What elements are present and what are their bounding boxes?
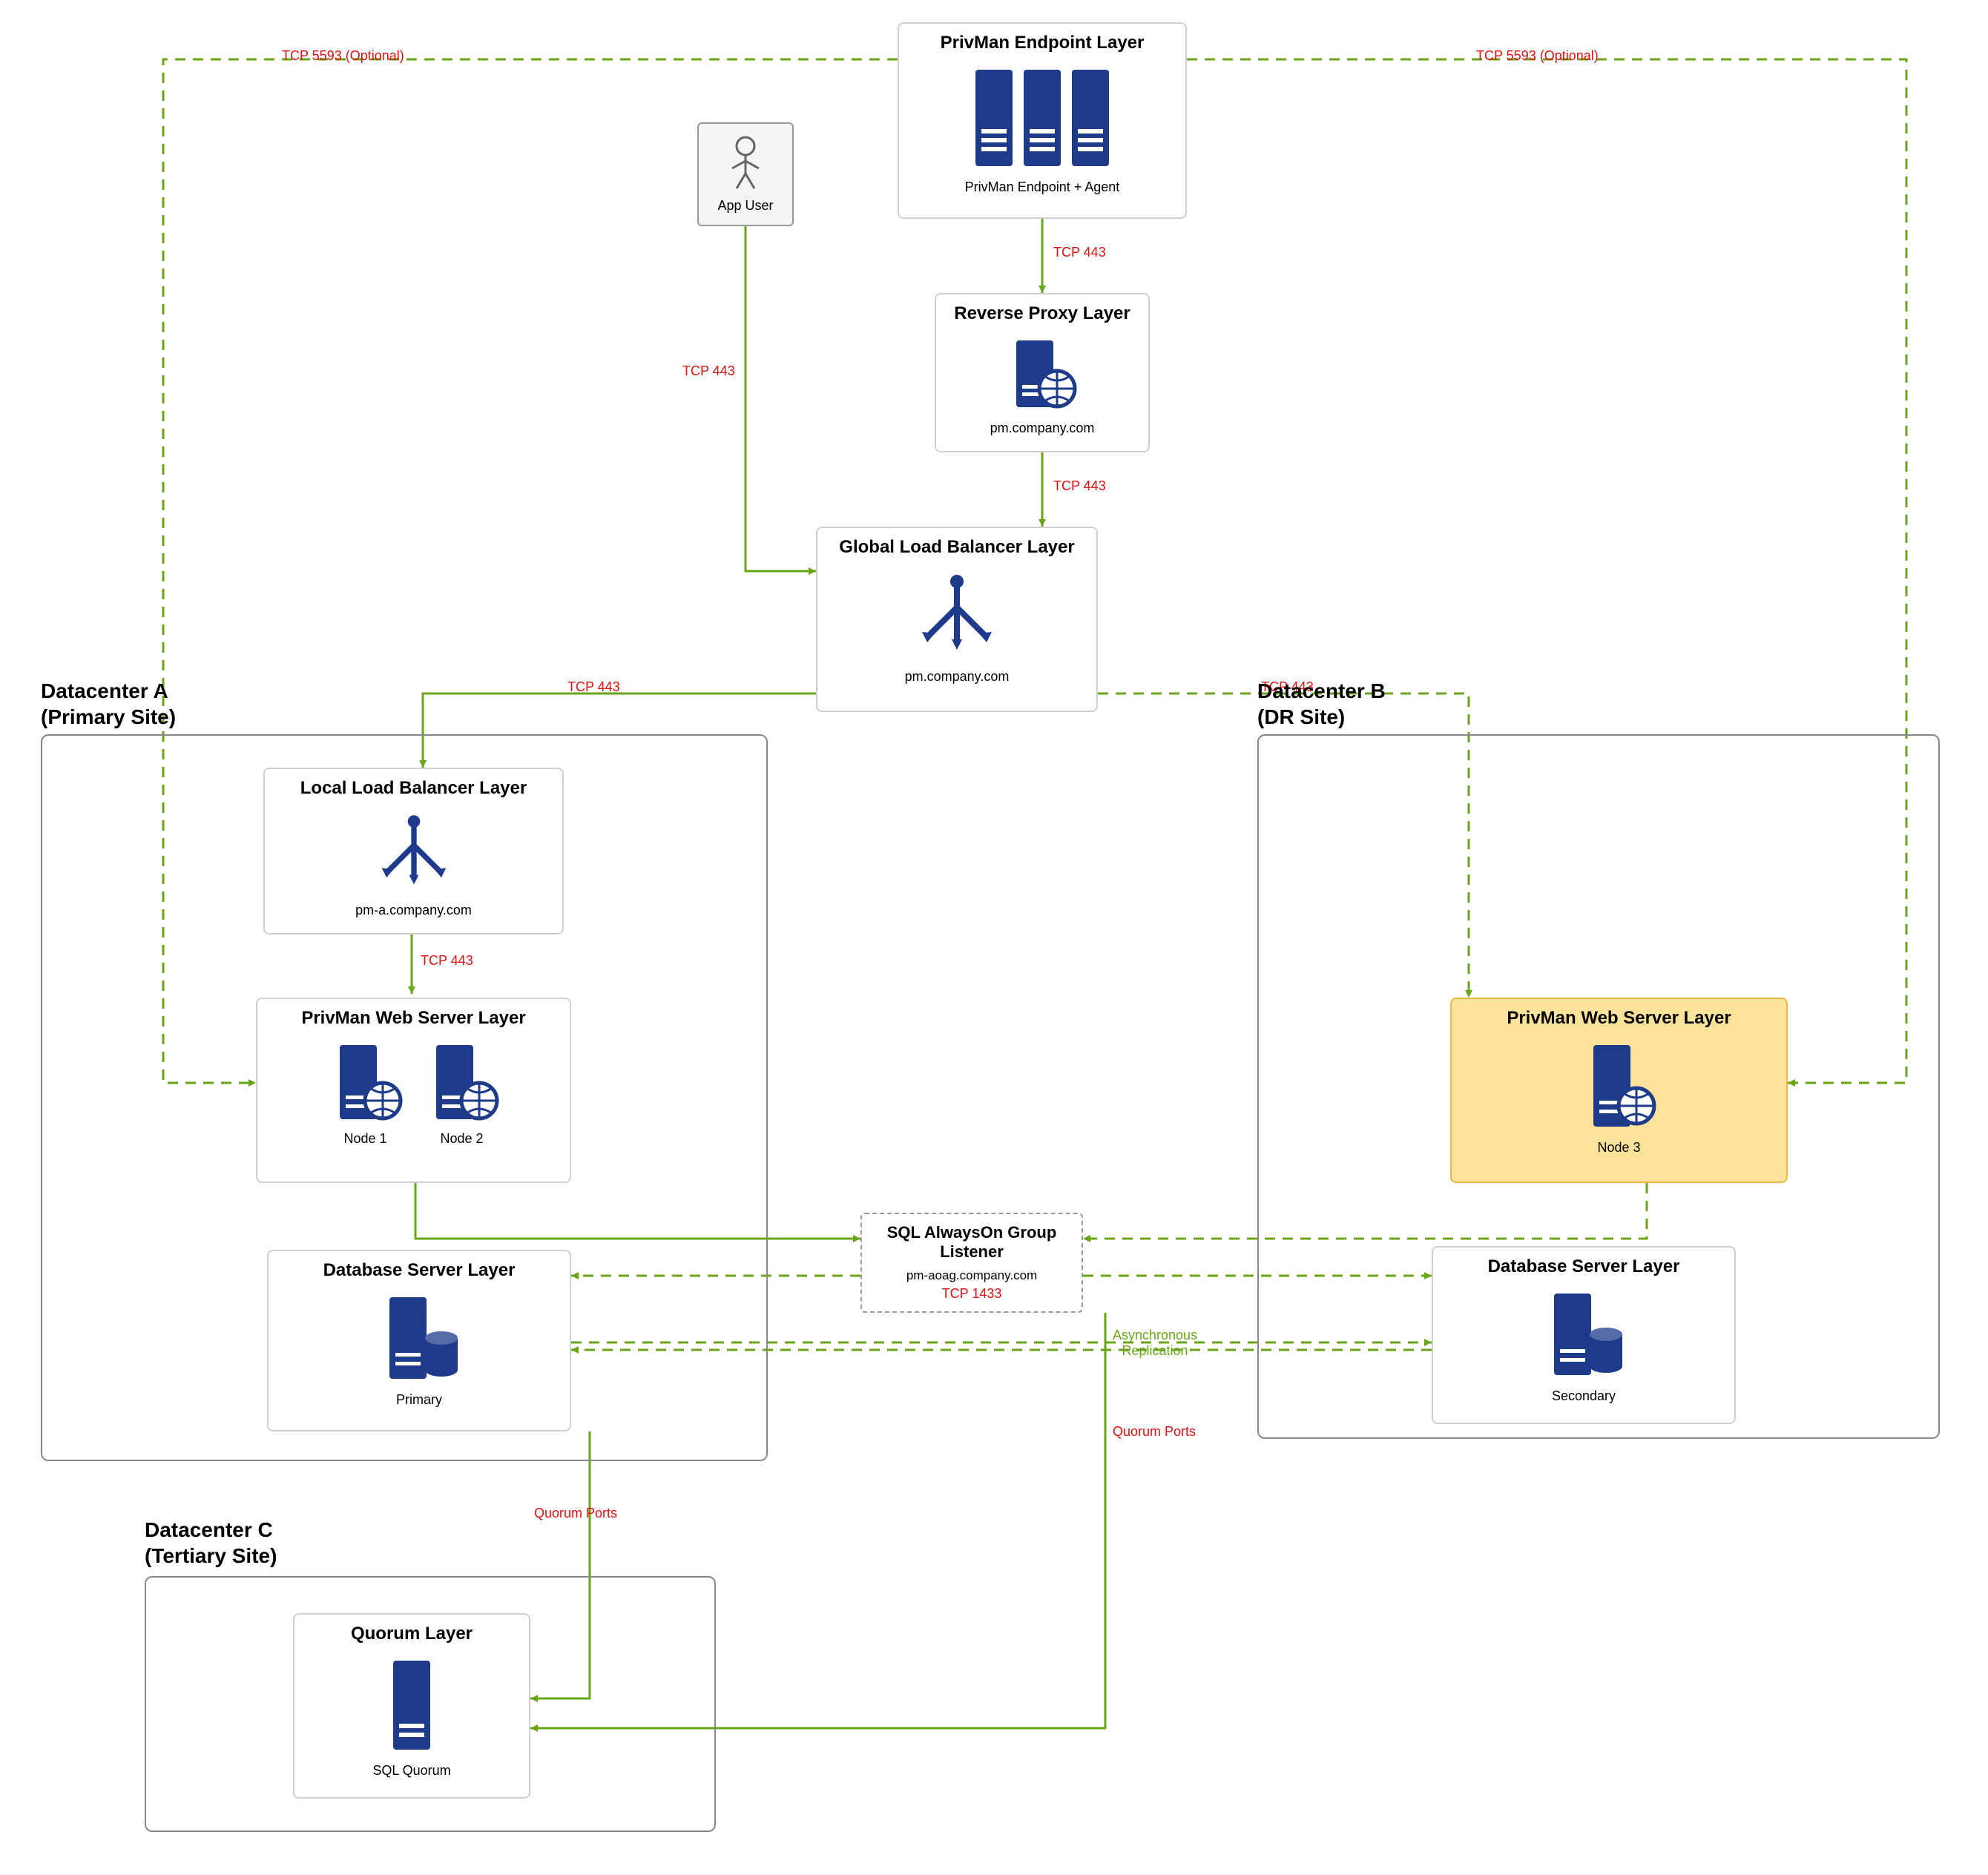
db-a-title: Database Server Layer <box>277 1260 561 1281</box>
web-b-node3: Node 3 <box>1461 1140 1777 1156</box>
web-a-node1: Node 1 <box>343 1131 386 1147</box>
app-user-box: App User <box>697 122 794 226</box>
dc-label-c: Datacenter C (Tertiary Site) <box>145 1517 277 1569</box>
web-server-icon <box>1579 1038 1660 1134</box>
dc-label-b: Datacenter B (DR Site) <box>1257 678 1386 730</box>
db-b-box: Database Server Layer Secondary <box>1432 1246 1736 1424</box>
edge-label-tcp443-2: TCP 443 <box>1053 478 1106 494</box>
llb-box: Local Load Balancer Layer pm-a.company.c… <box>263 768 564 935</box>
listener-sub: pm-aoag.company.com <box>871 1268 1073 1283</box>
web-b-box: PrivMan Web Server Layer Node 3 <box>1450 998 1788 1183</box>
glb-sub: pm.company.com <box>826 669 1087 685</box>
glb-title: Global Load Balancer Layer <box>826 537 1087 558</box>
reverseproxy-sub: pm.company.com <box>945 421 1139 436</box>
web-server-icon <box>421 1038 503 1127</box>
glb-box: Global Load Balancer Layer pm.company.co… <box>816 527 1098 712</box>
edge-label-quorum-a: Quorum Ports <box>534 1506 617 1521</box>
web-b-title: PrivMan Web Server Layer <box>1461 1008 1777 1029</box>
reverseproxy-title: Reverse Proxy Layer <box>945 303 1139 324</box>
db-a-box: Database Server Layer Primary <box>267 1250 571 1431</box>
user-icon <box>723 133 768 192</box>
db-b-role: Secondary <box>1442 1388 1725 1404</box>
edge-label-tcp443-1: TCP 443 <box>1053 245 1106 260</box>
edge-label-tcp5593-right: TCP 5593 (Optional) <box>1476 48 1599 64</box>
web-a-title: PrivMan Web Server Layer <box>266 1008 561 1029</box>
server-icon <box>382 1653 441 1757</box>
dc-label-a: Datacenter A (Primary Site) <box>41 678 176 730</box>
edge-label-asyncrep: Asynchronous Replication <box>1113 1328 1197 1359</box>
llb-sub: pm-a.company.com <box>274 903 553 918</box>
app-user-label: App User <box>708 198 783 214</box>
endpoint-sub: PrivMan Endpoint + Agent <box>908 179 1176 195</box>
edge-label-tcp443-appuser: TCP 443 <box>682 363 735 379</box>
web-a-node2: Node 2 <box>440 1131 483 1147</box>
web-server-icon <box>325 1038 407 1127</box>
web-server-icon <box>1001 333 1083 415</box>
load-balancer-icon <box>369 808 458 897</box>
listener-title: SQL AlwaysOn Group Listener <box>871 1223 1073 1262</box>
db-b-title: Database Server Layer <box>1442 1256 1725 1277</box>
db-a-role: Primary <box>277 1392 561 1408</box>
db-server-icon <box>371 1290 467 1386</box>
server-rack-icon <box>968 62 1116 174</box>
quorum-role: SQL Quorum <box>303 1763 520 1779</box>
web-a-box: PrivMan Web Server Layer Node 1 Node 2 <box>256 998 571 1183</box>
db-server-icon <box>1536 1286 1632 1383</box>
sql-listener-box: SQL AlwaysOn Group Listener pm-aoag.comp… <box>860 1213 1083 1313</box>
edge-label-tcp443-glb-left: TCP 443 <box>567 679 620 695</box>
listener-port: TCP 1433 <box>942 1286 1002 1302</box>
reverse-proxy-box: Reverse Proxy Layer pm.company.com <box>935 293 1150 452</box>
quorum-title: Quorum Layer <box>303 1624 520 1644</box>
endpoint-title: PrivMan Endpoint Layer <box>908 33 1176 53</box>
diagram-canvas: { "layers": { "endpoint": { "title": "Pr… <box>0 0 1988 1875</box>
load-balancer-icon <box>909 567 1005 663</box>
edge-label-tcp5593-left: TCP 5593 (Optional) <box>282 48 404 64</box>
endpoint-layer-box: PrivMan Endpoint Layer PrivMan Endpoint … <box>898 22 1187 219</box>
edge-label-quorum-b: Quorum Ports <box>1113 1424 1196 1440</box>
llb-title: Local Load Balancer Layer <box>274 778 553 799</box>
quorum-box: Quorum Layer SQL Quorum <box>293 1613 530 1799</box>
